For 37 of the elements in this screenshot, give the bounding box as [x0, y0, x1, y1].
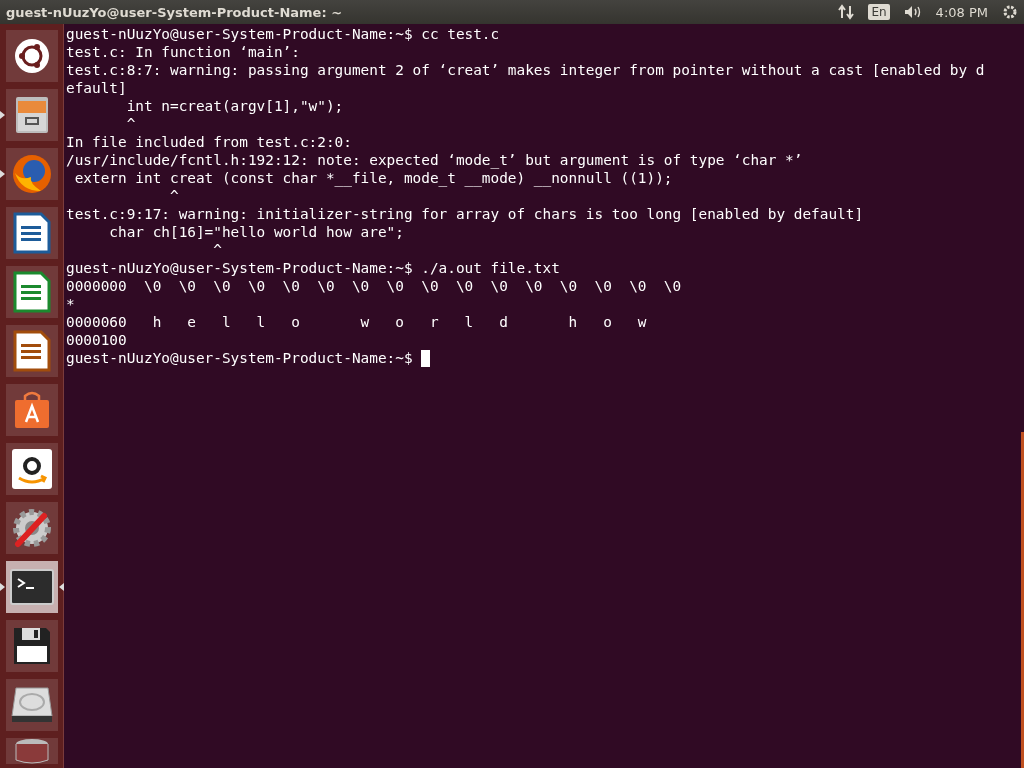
terminal-line: ^ [125, 115, 136, 133]
terminal-line: guest-nUuzYo@user-System-Product-Name:~$ cc test.c [66, 25, 500, 43]
running-indicator [0, 583, 5, 591]
document-icon [12, 212, 51, 254]
ubuntu-icon [13, 38, 50, 74]
terminal-line: int n=creat(argv[1],"w"); [125, 97, 344, 115]
globe-fox-icon [10, 153, 53, 195]
terminal-line: char ch[16]="hello world how are"; [108, 223, 404, 241]
hard-drive-icon [9, 686, 54, 724]
terminal-line: test.c:8:7: warning: passing argument 2 of ‘creat’ makes integer from pointer without a cast [enabled by d [66, 61, 985, 79]
terminal-line: * [66, 295, 75, 313]
presentation-icon [12, 330, 51, 372]
terminal-icon [9, 569, 54, 605]
focus-indicator [58, 583, 64, 591]
terminal-line: test.c: In function ‘main’: [66, 43, 300, 61]
terminal-line: 0000100 [66, 331, 127, 349]
launcher-item[interactable] [0, 561, 64, 613]
running-indicator [0, 111, 5, 119]
terminal-line: efault] [66, 79, 127, 97]
keyboard-layout-indicator[interactable]: En [868, 4, 890, 20]
terminal-line: ^ [168, 187, 179, 205]
terminal-line: extern int creat (const char *__file, mode_t __mode) __nonnull ((1)); [73, 169, 673, 187]
terminal-line: guest-nUuzYo@user-System-Product-Name:~$ ./a.out file.txt [66, 259, 560, 277]
volume-icon[interactable] [903, 5, 922, 19]
terminal-line: 0000060 h e l l o w o r l d h o w [66, 313, 647, 331]
terminal-line: guest-nUuzYo@user-System-Product-Name:~$ [66, 349, 414, 367]
terminal-line: In file included from test.c:2:0: [66, 133, 352, 151]
running-indicator [0, 170, 5, 178]
window-title: guest-nUuzYo@user-System-Product-Name: ~ [6, 4, 344, 20]
spreadsheet-icon [12, 271, 51, 313]
terminal-line: /usr/include/fcntl.h:192:12: note: expected ‘mode_t’ but argument is of type ‘char *’ [66, 151, 803, 169]
terminal-line: ^ [212, 241, 222, 259]
terminal-line: test.c:9:17: warning: initializer-string for array of chars is too long [enabled by default] [66, 205, 864, 223]
clock[interactable]: 4:08 PM [935, 4, 988, 20]
network-arrows-icon[interactable] [838, 4, 855, 20]
gear-icon[interactable] [1002, 4, 1018, 20]
terminal-line: 0000000 \0 \0 \0 \0 \0 \0 \0 \0 \0 \0 \0 \0 \0 \0 \0 \0 [66, 277, 682, 295]
